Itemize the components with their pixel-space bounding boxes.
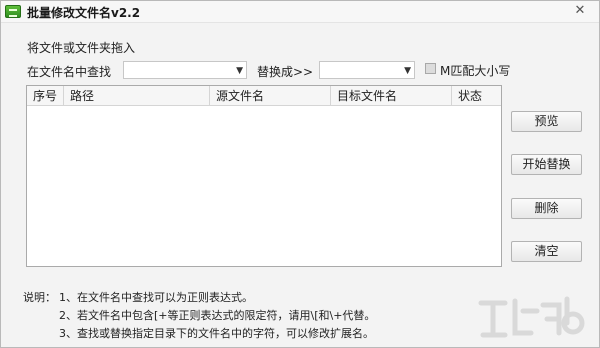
search-combobox[interactable]: ▼ (123, 61, 247, 79)
chevron-down-icon[interactable]: ▼ (404, 65, 411, 77)
note-text-2: 2、若文件名中包含[+等正则表达式的限定符，请用\[和\+代替。 (59, 309, 376, 322)
note-text-1: 1、在文件名中查找可以为正则表达式。 (59, 291, 253, 304)
clear-button[interactable]: 清空 (511, 241, 582, 262)
app-window: 批量修改文件名v2.2 ✕ 将文件或文件夹拖入 在文件名中查找 ▼ 替换成>> … (0, 0, 600, 348)
note-text-3: 3、查找或替换指定目录下的文件名中的字符，可以修改扩展名。 (59, 327, 374, 340)
column-header-status[interactable]: 状态 (452, 86, 501, 106)
window-title: 批量修改文件名v2.2 (27, 6, 141, 20)
notes-heading: 说明： (23, 291, 56, 304)
column-header-source-name[interactable]: 源文件名 (210, 86, 331, 106)
watermark-logo (478, 296, 585, 338)
title-bar: 批量修改文件名v2.2 ✕ (1, 1, 599, 23)
replace-combobox[interactable]: ▼ (319, 61, 415, 79)
note-line-3: 3、查找或替换指定目录下的文件名中的字符，可以修改扩展名。 (23, 325, 375, 343)
app-icon (5, 5, 21, 18)
column-header-target-name[interactable]: 目标文件名 (331, 86, 452, 106)
column-header-path[interactable]: 路径 (64, 86, 210, 106)
preview-button[interactable]: 预览 (511, 111, 582, 132)
instructions-panel: 说明： 1、在文件名中查找可以为正则表达式。 2、若文件名中包含[+等正则表达式的… (23, 289, 375, 343)
note-line-2: 2、若文件名中包含[+等正则表达式的限定符，请用\[和\+代替。 (23, 307, 375, 325)
replace-label: 替换成>> (257, 65, 314, 79)
delete-button[interactable]: 删除 (511, 198, 582, 219)
file-list-table[interactable]: 序号 路径 源文件名 目标文件名 状态 (26, 85, 502, 267)
column-header-index[interactable]: 序号 (27, 86, 64, 106)
chevron-down-icon[interactable]: ▼ (236, 65, 243, 77)
note-line-1: 说明： 1、在文件名中查找可以为正则表达式。 (23, 289, 375, 307)
table-header: 序号 路径 源文件名 目标文件名 状态 (27, 86, 501, 106)
close-icon[interactable]: ✕ (571, 2, 589, 20)
search-label: 在文件名中查找 (27, 65, 112, 79)
match-case-label[interactable]: M匹配大小写 (440, 62, 510, 79)
start-replace-button[interactable]: 开始替换 (511, 154, 582, 175)
match-case-checkbox[interactable] (425, 63, 436, 74)
drop-hint-label: 将文件或文件夹拖入 (27, 41, 136, 55)
